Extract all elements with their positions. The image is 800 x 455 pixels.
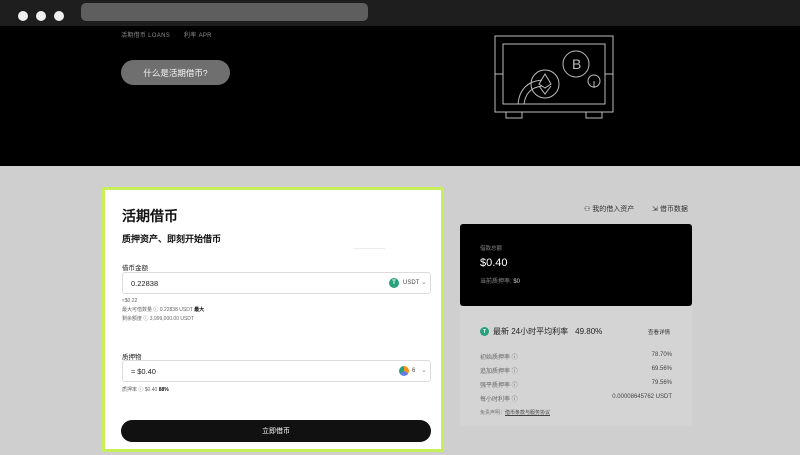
detail-row-value: 0.00008645762 USDT — [612, 394, 672, 400]
user-icon: ⚇ — [584, 206, 591, 213]
my-borrow-assets-link[interactable]: ⚇ 我的借入资产 — [584, 204, 634, 214]
collateral-unit: 6 — [412, 368, 416, 374]
crypto-vault-illustration: B — [494, 35, 614, 119]
rate-header-text: 最新 24小时平均利率 — [493, 327, 569, 336]
borrow-data-link[interactable]: ⇲ 借币数据 — [652, 204, 688, 214]
quota-info: 剩余额度 ⓘ 3,999,000.00 USDT — [122, 316, 194, 322]
ltv-value: 88% — [158, 387, 169, 393]
total-borrow-value: $0.40 — [480, 257, 508, 269]
hero-tiny-text-right: 利率 APR — [184, 33, 212, 39]
detail-row-value: 78.70% — [651, 352, 672, 358]
what-is-loan-button[interactable]: 什么是活期借币? — [121, 60, 230, 85]
borrow-amount-value: 0.22838 — [131, 279, 159, 288]
address-bar[interactable] — [81, 3, 368, 21]
terms-link[interactable]: 借币条款与服务协议 — [505, 410, 550, 416]
rate-detail-panel: T 最新 24小时平均利率 49.80% 查看详情 初始质押率 ⓘ 78.70%… — [460, 306, 692, 426]
borrow-unit: USDT — [403, 280, 420, 286]
ltv-text: 质押率 ⓘ $0.40 — [122, 387, 158, 393]
multi-coin-icon — [399, 366, 409, 376]
detail-row-label: 每小时利率 ⓘ — [480, 397, 518, 403]
window-close-dot[interactable] — [18, 11, 28, 21]
collateral-input[interactable]: ≈ $0.40 6 ⌄ — [122, 360, 431, 382]
window-minimize-dot[interactable] — [36, 11, 46, 21]
borrow-form-card: 活期借币 质押资产、即刻开始借币 借币金额 0.22838 T USDT ⌄ ≈… — [102, 187, 444, 452]
detail-row-label: 追加质押率 ⓘ — [480, 369, 518, 375]
hero-tiny-text-left: 活期借币 LOANS — [121, 33, 171, 39]
window-maximize-dot[interactable] — [54, 11, 64, 21]
usdt-coin-icon: T — [389, 278, 399, 288]
hero-banner: 活期借币 LOANS 利率 APR 什么是活期借币? B — [0, 26, 800, 166]
detail-row-value: 69.56% — [651, 366, 672, 372]
borrow-data-label: 借币数据 — [659, 206, 688, 213]
detail-row-label: 初始质押率 ⓘ — [480, 355, 518, 361]
detail-row-value: 79.56% — [651, 380, 672, 386]
usdt-coin-icon: T — [480, 327, 489, 336]
max-borrow-info: 最大可借数量 ⓘ 0.22838 USDT 最大 — [122, 306, 204, 313]
borrow-now-button[interactable]: 立即借币 — [121, 420, 431, 442]
form-divider — [353, 248, 385, 249]
detail-row: 追加质押率 ⓘ 69.56% — [480, 366, 672, 375]
detail-row: 初始质押率 ⓘ 78.70% — [480, 352, 672, 361]
max-borrow-text: 最大可借数量 ⓘ 0.22838 USDT — [122, 307, 193, 313]
form-title: 活期借币 — [122, 208, 178, 224]
chart-icon: ⇲ — [652, 206, 658, 213]
current-ltv-label: 当前质押率: — [480, 279, 512, 285]
detail-row: 强平质押率 ⓘ 79.56% — [480, 380, 672, 389]
max-button[interactable]: 最大 — [194, 307, 204, 313]
current-ltv: 当前质押率: $0 — [480, 276, 520, 285]
borrow-amount-input[interactable]: 0.22838 T USDT ⌄ — [122, 272, 431, 294]
rate-header-value: 49.80% — [575, 327, 603, 336]
current-ltv-value: $0 — [513, 279, 521, 285]
detail-row-label: 强平质押率 ⓘ — [480, 383, 518, 389]
svg-text:B: B — [572, 56, 581, 72]
disclaimer-note: 免责声明：借币条款与服务协议 — [480, 409, 550, 416]
detail-row: 每小时利率 ⓘ 0.00008645762 USDT — [480, 394, 672, 403]
total-borrow-label: 借款总额 — [480, 246, 503, 252]
disclaimer-prefix: 免责声明： — [480, 410, 506, 416]
collateral-value: ≈ $0.40 — [131, 367, 156, 376]
ltv-info: 质押率 ⓘ $0.40 88% — [122, 386, 169, 393]
chevron-down-icon[interactable]: ⌄ — [421, 366, 427, 374]
loan-summary-card: 借款总额 $0.40 当前质押率: $0 — [460, 224, 692, 306]
chevron-down-icon[interactable]: ⌄ — [421, 278, 427, 286]
my-borrow-assets-label: 我的借入资产 — [592, 206, 635, 213]
rate-header: T 最新 24小时平均利率 49.80% — [480, 326, 602, 337]
view-details-link[interactable]: 查看详情 — [648, 328, 670, 336]
form-subtitle: 质押资产、即刻开始借币 — [122, 234, 222, 244]
borrow-usd-value: ≈$0.22 — [122, 298, 138, 304]
borrow-amount-label: 借币金额 — [122, 265, 148, 272]
